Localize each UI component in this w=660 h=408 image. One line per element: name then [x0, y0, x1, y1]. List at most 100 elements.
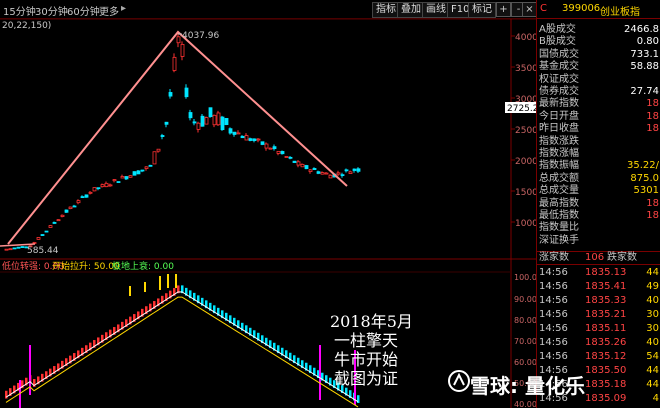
stat-value: 18 — [646, 98, 659, 110]
candle-body — [248, 138, 253, 141]
tick-price: 1835.50 — [585, 365, 627, 376]
tick-price: 1835.26 — [585, 337, 627, 348]
tick-row: 14:56 1835.41 49 — [537, 281, 660, 292]
tick-vol: 54 — [646, 351, 659, 362]
candle-body — [276, 150, 281, 154]
candle-body — [8, 248, 13, 251]
sub-line-white — [5, 291, 359, 403]
candle-body — [124, 176, 129, 180]
tick-price: 1835.09 — [585, 393, 627, 404]
caption-line: 2018年5月 — [330, 312, 413, 331]
candle-body — [200, 115, 205, 127]
tick-row: 14:56 1835.21 30 — [537, 309, 660, 320]
stat-label: 指数量比 — [539, 222, 579, 234]
stat-label: 指数涨幅 — [539, 148, 579, 159]
tick-vol: 30 — [646, 309, 659, 320]
stat-row: 指数涨跌 — [537, 136, 660, 147]
tick-vol: 30 — [646, 323, 659, 334]
candle-body — [260, 141, 265, 145]
trend-line — [7, 30, 348, 245]
candle-body — [216, 112, 221, 126]
stat-row: 总成交额 875.0 — [537, 173, 660, 184]
stat-row: 最低指数 18 — [537, 210, 660, 221]
candle-body — [184, 87, 189, 98]
candle-body — [264, 143, 269, 149]
current-price-label: 2725.2 — [507, 104, 536, 114]
candle-body — [328, 174, 333, 179]
candle-body — [140, 169, 145, 172]
stat-label: 深证换手 — [539, 234, 579, 246]
candle-body — [208, 107, 213, 118]
stat-label: 指数涨跌 — [539, 135, 579, 147]
stat-label: 今日开盘 — [539, 110, 579, 122]
candle-body — [320, 172, 325, 175]
index-code: 399006 — [562, 3, 601, 14]
candle-body — [352, 168, 357, 171]
candle-body — [256, 138, 261, 141]
tick-time: 14:56 — [539, 309, 568, 320]
tick-price: 1835.11 — [585, 323, 627, 334]
stat-row: 指数涨幅 — [537, 148, 660, 159]
candle-body — [356, 168, 361, 172]
candle-body — [96, 187, 101, 190]
candle-body — [80, 196, 85, 199]
candle-body — [268, 147, 273, 150]
candle-body — [316, 171, 321, 174]
candle-body — [92, 187, 97, 192]
stat-value: 18 — [646, 110, 659, 122]
stat-label: 最新指数 — [539, 98, 579, 110]
tick-vol: 44 — [646, 365, 659, 376]
legend-decline: 极地上衰: 0.00 — [112, 260, 174, 272]
quote-panel: C 399006 创业板指 A股成交 2466.8 B股成交 0.80 国债成交 733.… — [536, 0, 660, 408]
sub-tick: 100.00 — [514, 273, 536, 282]
tick-time: 14:56 — [539, 351, 568, 362]
tick-row: 14:56 1835.11 30 — [537, 323, 660, 334]
price-tick: 4000 — [515, 33, 536, 43]
candle-body — [48, 225, 53, 228]
tick-vol: 44 — [646, 267, 659, 278]
stat-label: 国债成交 — [539, 48, 579, 60]
stat-value: 2466.8 — [624, 24, 659, 35]
stat-label: A股成交 — [539, 24, 576, 35]
stat-label: 总成交额 — [539, 172, 579, 184]
stat-label: 昨日收盘 — [539, 123, 579, 135]
candle-body — [236, 132, 241, 135]
stat-row: A股成交 2466.8 — [537, 24, 660, 35]
tick-price: 1835.18 — [585, 379, 627, 390]
candle-body — [76, 200, 81, 204]
candle-body — [88, 191, 93, 194]
candle-body — [156, 148, 161, 152]
candle-body — [20, 246, 25, 248]
stat-label: 最低指数 — [539, 210, 579, 221]
stat-label: 债券成交 — [539, 86, 579, 97]
candle-body — [188, 112, 193, 119]
candle-body — [204, 117, 209, 125]
stat-label: 总成交量 — [539, 185, 579, 197]
candle-body — [180, 43, 185, 57]
stat-label: 指数振幅 — [539, 160, 579, 172]
candle-body — [152, 151, 157, 165]
watermark-text: 雪球: 量化乐 — [470, 374, 585, 398]
candle-body — [68, 206, 73, 209]
stat-row: 债券成交 27.74 — [537, 86, 660, 97]
caption-line: 截图为证 — [334, 369, 398, 388]
tick-price: 1835.21 — [585, 309, 627, 320]
candle-body — [160, 135, 165, 137]
candle-body — [344, 169, 349, 172]
candle-body — [240, 135, 245, 139]
sub-tick: 70.00 — [514, 337, 536, 346]
candle-body — [324, 172, 329, 175]
kline-chart[interactable]: 4000 3500 3000 2500 2000 1500 1000 2725.… — [0, 0, 536, 408]
tick-row: 14:56 1835.26 40 — [537, 337, 660, 348]
tick-row: 14:56 1835.12 54 — [537, 351, 660, 362]
candle-body — [192, 121, 197, 124]
candle-body — [44, 230, 49, 233]
candle-body — [312, 168, 317, 170]
candle-body — [292, 160, 297, 163]
price-tick: 1000 — [515, 219, 536, 229]
candle-body — [16, 246, 21, 249]
candle-body — [136, 170, 141, 175]
tick-vol: 40 — [646, 337, 659, 348]
candle-body — [252, 138, 257, 142]
up-count-value: 106 — [585, 252, 605, 263]
